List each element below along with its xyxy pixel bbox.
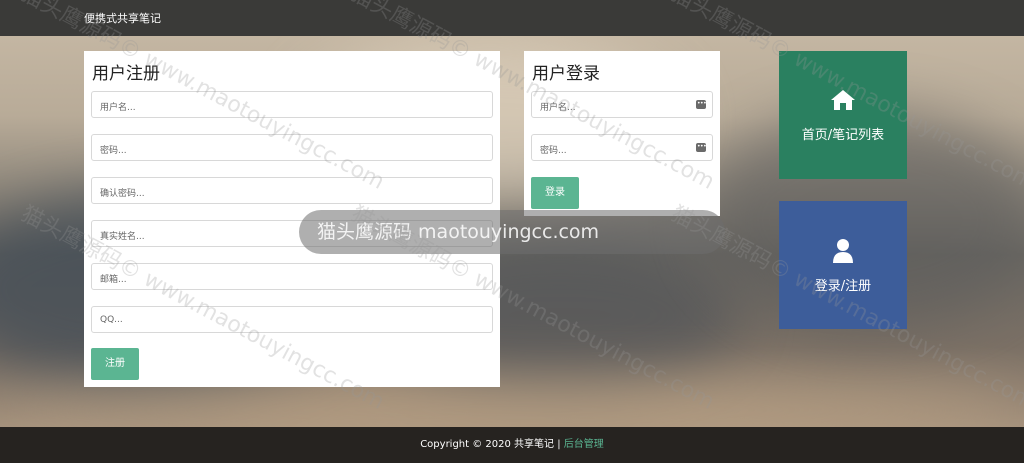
account-tile-label: 登录/注册 bbox=[814, 279, 872, 294]
footer: Copyright © 2020 共享笔记 | 后台管理 bbox=[0, 427, 1024, 463]
password-manager-icon[interactable] bbox=[696, 143, 706, 152]
user-icon bbox=[833, 239, 853, 263]
home-icon bbox=[831, 90, 855, 110]
top-navbar: 便携式共享笔记 bbox=[0, 0, 1024, 36]
password-manager-icon[interactable] bbox=[696, 100, 706, 109]
watermark-banner: 猫头鹰源码 maotouyingcc.com bbox=[299, 210, 725, 254]
login-title: 用户登录 bbox=[532, 64, 600, 84]
register-password-input[interactable]: 密码... bbox=[91, 134, 493, 161]
login-button[interactable]: 登录 bbox=[531, 177, 579, 209]
admin-link[interactable]: 后台管理 bbox=[564, 439, 604, 450]
login-username-placeholder: 用户名... bbox=[540, 103, 576, 113]
register-confirm-password-input[interactable]: 确认密码... bbox=[91, 177, 493, 204]
register-email-input[interactable]: 邮箱... bbox=[91, 263, 493, 290]
login-password-input[interactable]: 密码... bbox=[531, 134, 713, 161]
register-username-input[interactable]: 用户名... bbox=[91, 91, 493, 118]
register-qq-input[interactable]: QQ... bbox=[91, 306, 493, 333]
footer-copyright: Copyright © 2020 共享笔记 | bbox=[420, 439, 564, 450]
home-notes-tile[interactable]: 首页/笔记列表 bbox=[779, 51, 907, 179]
register-title: 用户注册 bbox=[92, 64, 160, 84]
home-tile-label: 首页/笔记列表 bbox=[801, 128, 885, 143]
account-tile[interactable]: 登录/注册 bbox=[779, 201, 907, 329]
register-button[interactable]: 注册 bbox=[91, 348, 139, 380]
login-password-placeholder: 密码... bbox=[540, 146, 567, 156]
login-username-input[interactable]: 用户名... bbox=[531, 91, 713, 118]
brand-title[interactable]: 便携式共享笔记 bbox=[84, 10, 161, 26]
login-panel: 用户登录 用户名... 密码... 登录 bbox=[524, 51, 720, 216]
